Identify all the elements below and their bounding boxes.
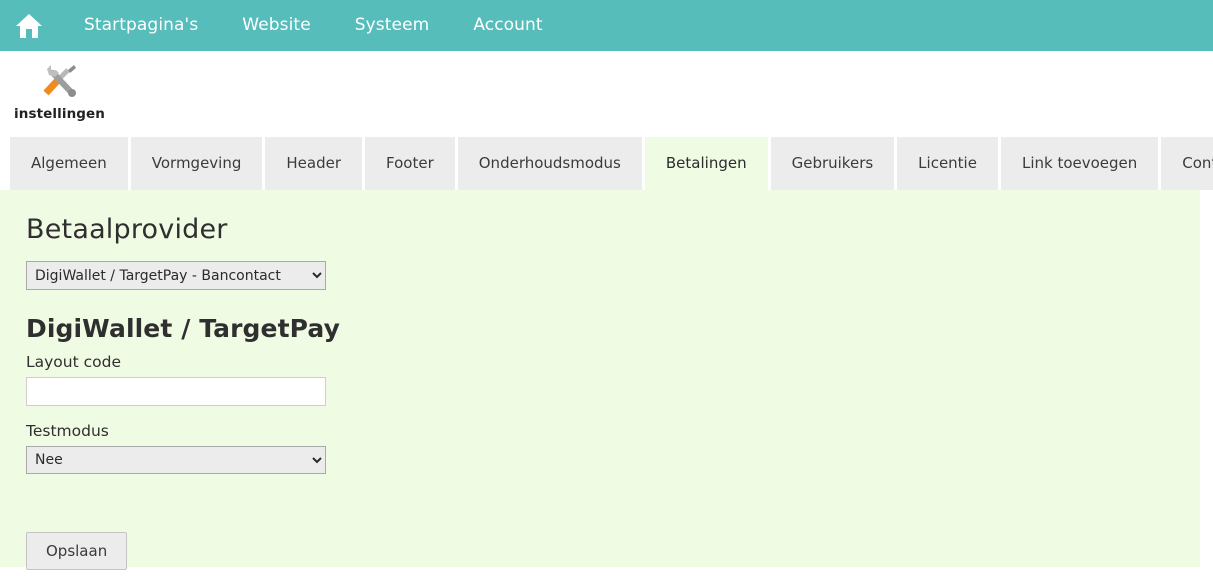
settings-tabbar: Algemeen Vormgeving Header Footer Onderh… (0, 137, 1213, 190)
nav-item-systeem[interactable]: Systeem (333, 0, 452, 51)
tab-gebruikers[interactable]: Gebruikers (770, 137, 895, 190)
nav-item-startpaginas[interactable]: Startpagina's (62, 0, 220, 51)
tab-licentie[interactable]: Licentie (897, 137, 998, 190)
tab-link-toevoegen[interactable]: Link toevoegen (1000, 137, 1159, 190)
page-title: Betaalprovider (26, 214, 228, 245)
tab-contact[interactable]: Contact (1161, 137, 1213, 190)
betalingen-panel: Betaalprovider DigiWallet / TargetPay - … (0, 190, 1200, 570)
tab-vormgeving[interactable]: Vormgeving (130, 137, 263, 190)
tools-icon (37, 59, 83, 103)
testmode-field-group: Testmodus Nee Ja (26, 422, 1200, 474)
provider-field-group: DigiWallet / TargetPay - Bancontact (26, 261, 1200, 290)
tab-onderhoudsmodus[interactable]: Onderhoudsmodus (457, 137, 642, 190)
tab-betalingen[interactable]: Betalingen (644, 137, 768, 190)
nav-item-account[interactable]: Account (451, 0, 564, 51)
section-label: instellingen (14, 106, 106, 122)
testmodus-label: Testmodus (26, 422, 109, 440)
tab-header[interactable]: Header (265, 137, 363, 190)
tab-algemeen[interactable]: Algemeen (10, 137, 128, 190)
provider-subtitle: DigiWallet / TargetPay (26, 314, 341, 343)
save-button[interactable]: Opslaan (26, 532, 128, 570)
layout-code-label: Layout code (26, 353, 121, 371)
settings-section-indicator: instellingen (14, 51, 105, 122)
layout-code-input[interactable] (26, 377, 326, 406)
testmodus-select[interactable]: Nee Ja (26, 446, 326, 474)
nav-item-website[interactable]: Website (220, 0, 332, 51)
layout-code-field-group: Layout code (26, 353, 1200, 406)
form-spacer (26, 490, 1200, 532)
home-icon (15, 13, 43, 39)
section-header: instellingen (0, 51, 1213, 137)
top-navigation-bar: Startpagina's Website Systeem Account (0, 0, 1213, 51)
home-link[interactable] (12, 9, 46, 43)
tab-footer[interactable]: Footer (365, 137, 455, 190)
payment-provider-select[interactable]: DigiWallet / TargetPay - Bancontact (26, 261, 326, 290)
